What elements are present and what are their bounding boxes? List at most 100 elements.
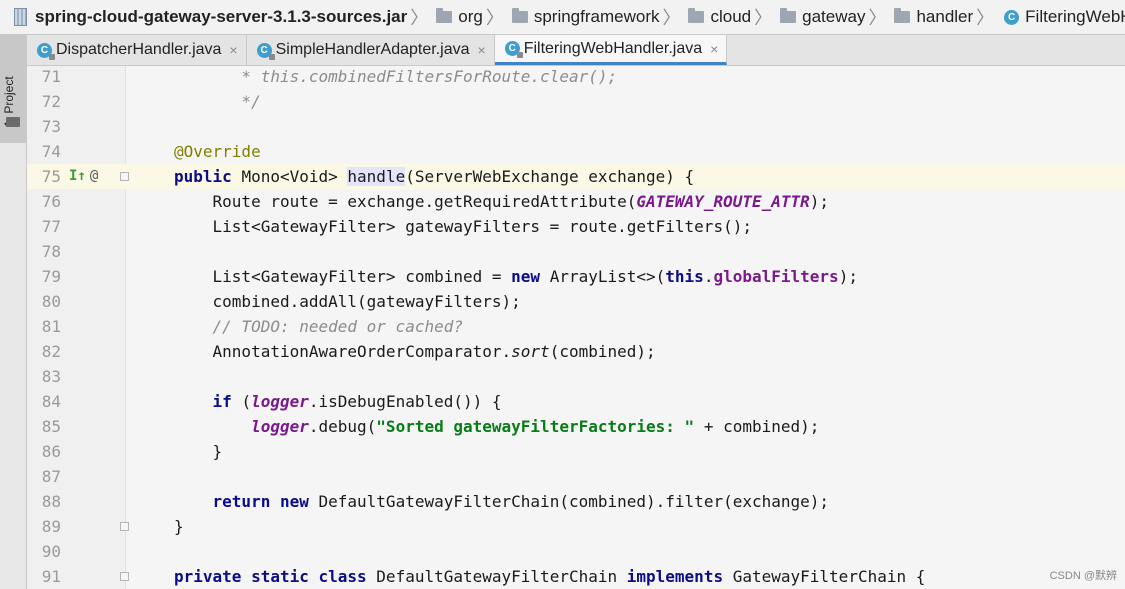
tab-simple-handler-adapter[interactable]: C SimpleHandlerAdapter.java × [247, 35, 495, 65]
line-number: 77 [41, 217, 61, 236]
code-text: List<GatewayFilter> gatewayFilters = rou… [174, 214, 752, 239]
chevron-right-icon: 〉 [976, 8, 995, 28]
code-text: } [174, 514, 184, 539]
code-token: Mono<Void> [241, 167, 348, 186]
line-number: 73 [41, 117, 61, 136]
close-icon[interactable]: × [229, 42, 237, 58]
implements-method-icon[interactable]: I↑ [69, 164, 86, 189]
breadcrumb-folder-label: handler [916, 7, 974, 26]
code-line[interactable]: 78 [27, 239, 1125, 264]
line-number: 79 [41, 267, 61, 286]
code-line[interactable]: 85 logger.debug("Sorted gatewayFilterFac… [27, 414, 1125, 439]
code-text: private static class DefaultGatewayFilte… [174, 564, 925, 589]
line-number: 87 [41, 467, 61, 486]
lock-icon [516, 52, 523, 58]
close-icon[interactable]: × [710, 41, 718, 57]
line-number: 82 [41, 342, 61, 361]
code-text: return new DefaultGatewayFilterChain(com… [174, 489, 830, 514]
code-editor[interactable]: 71 * this.combinedFiltersForRoute.clear(… [27, 66, 1125, 589]
chevron-right-icon: 〉 [754, 8, 773, 28]
breadcrumb-class-label: FilteringWebHandler [1025, 7, 1125, 26]
code-line[interactable]: 83 [27, 364, 1125, 389]
code-text: @Override [174, 139, 261, 164]
breadcrumb-folder-gateway[interactable]: gateway 〉 [776, 0, 890, 34]
code-line[interactable]: 82 AnnotationAwareOrderComparator.sort(c… [27, 339, 1125, 364]
code-line[interactable]: 84 if (logger.isDebugEnabled()) { [27, 389, 1125, 414]
breadcrumb-class[interactable]: C FilteringWebHandler 〉 [998, 0, 1125, 34]
breadcrumb-folder-cloud[interactable]: cloud 〉 [684, 0, 776, 34]
line-number: 89 [41, 517, 61, 536]
code-token: List<GatewayFilter> combined = [174, 267, 512, 286]
code-token: combined.addAll(gatewayFilters); [174, 292, 521, 311]
code-line[interactable]: 76 Route route = exchange.getRequiredAtt… [27, 189, 1125, 214]
line-number: 83 [41, 367, 61, 386]
fold-toggle-icon[interactable] [120, 522, 129, 531]
breadcrumb-jar-label: spring-cloud-gateway-server-3.1.3-source… [35, 7, 408, 26]
code-token: ); [838, 267, 858, 286]
annotation-icon[interactable]: @ [90, 164, 98, 189]
code-token: ArrayList<>( [549, 267, 666, 286]
code-token: sort [511, 342, 550, 361]
code-token: new [511, 267, 550, 286]
code-line[interactable]: 87 [27, 464, 1125, 489]
code-token: AnnotationAwareOrderComparator. [174, 342, 512, 361]
code-token: return new [212, 492, 319, 511]
code-line[interactable]: 73 [27, 114, 1125, 139]
code-line[interactable]: 88 return new DefaultGatewayFilterChain(… [27, 489, 1125, 514]
tab-filtering-web-handler[interactable]: C FilteringWebHandler.java × [494, 35, 728, 65]
code-line[interactable]: 90 [27, 539, 1125, 564]
chevron-right-icon: 〉 [662, 8, 681, 28]
folder-icon [894, 8, 911, 23]
tab-label: SimpleHandlerAdapter.java [275, 41, 470, 58]
code-text: combined.addAll(gatewayFilters); [174, 289, 521, 314]
line-number: 84 [41, 392, 61, 411]
project-tool-button[interactable]: 1: Project [0, 35, 26, 143]
code-token: // TODO: needed or cached? [174, 317, 463, 336]
breadcrumb-jar[interactable]: spring-cloud-gateway-server-3.1.3-source… [0, 0, 432, 34]
watermark: CSDN @默辨 [1049, 570, 1117, 582]
tab-label: DispatcherHandler.java [56, 41, 222, 58]
code-line[interactable]: 72 */ [27, 89, 1125, 114]
breadcrumb-folder-handler[interactable]: handler 〉 [890, 0, 998, 34]
code-text: } [174, 439, 223, 464]
code-line[interactable]: 86 } [27, 439, 1125, 464]
code-text: // TODO: needed or cached? [174, 314, 463, 339]
code-token: logger [251, 417, 309, 436]
code-line[interactable]: 77 List<GatewayFilter> gatewayFilters = … [27, 214, 1125, 239]
code-token: GATEWAY_ROUTE_ATTR [636, 192, 810, 211]
code-token: @Override [174, 142, 261, 161]
code-line[interactable]: 89} [27, 514, 1125, 539]
code-token: */ [174, 92, 261, 111]
class-icon: C [37, 42, 55, 60]
code-line[interactable]: 80 combined.addAll(gatewayFilters); [27, 289, 1125, 314]
code-line[interactable]: 75 I↑ @ public Mono<Void> handle(ServerWebE… [27, 164, 1125, 189]
folder-icon [511, 8, 528, 23]
breadcrumb: spring-cloud-gateway-server-3.1.3-source… [0, 0, 1125, 35]
code-token: } [174, 517, 184, 536]
line-number: 72 [41, 92, 61, 111]
tab-dispatcher-handler[interactable]: C DispatcherHandler.java × [27, 35, 247, 65]
line-number: 80 [41, 292, 61, 311]
code-line[interactable]: 81 // TODO: needed or cached? [27, 314, 1125, 339]
code-token: Route route = exchange.getRequiredAttrib… [174, 192, 637, 211]
line-number: 90 [41, 542, 61, 561]
close-icon[interactable]: × [478, 42, 486, 58]
breadcrumb-folder-org[interactable]: org 〉 [432, 0, 508, 34]
fold-toggle-icon[interactable] [120, 572, 129, 581]
code-line[interactable]: 79 List<GatewayFilter> combined = new Ar… [27, 264, 1125, 289]
code-text: public Mono<Void> handle(ServerWebExchan… [174, 164, 694, 189]
code-token: DefaultGatewayFilterChain(combined).filt… [318, 492, 830, 511]
code-token: .debug( [308, 417, 377, 436]
code-line[interactable]: 91 private static class DefaultGatewayFil… [27, 564, 1125, 589]
code-line[interactable]: 71 * this.combinedFiltersForRoute.clear(… [27, 66, 1125, 89]
breadcrumb-folder-springframework[interactable]: springframework 〉 [508, 0, 685, 34]
folder-icon [688, 8, 705, 23]
chevron-right-icon: 〉 [868, 8, 887, 28]
code-token: this [665, 267, 704, 286]
chevron-right-icon: 〉 [485, 8, 504, 28]
fold-toggle-icon[interactable] [120, 172, 129, 181]
code-line[interactable]: 74 @Override [27, 139, 1125, 164]
line-number: 86 [41, 442, 61, 461]
code-token: DefaultGatewayFilterChain [376, 567, 627, 586]
